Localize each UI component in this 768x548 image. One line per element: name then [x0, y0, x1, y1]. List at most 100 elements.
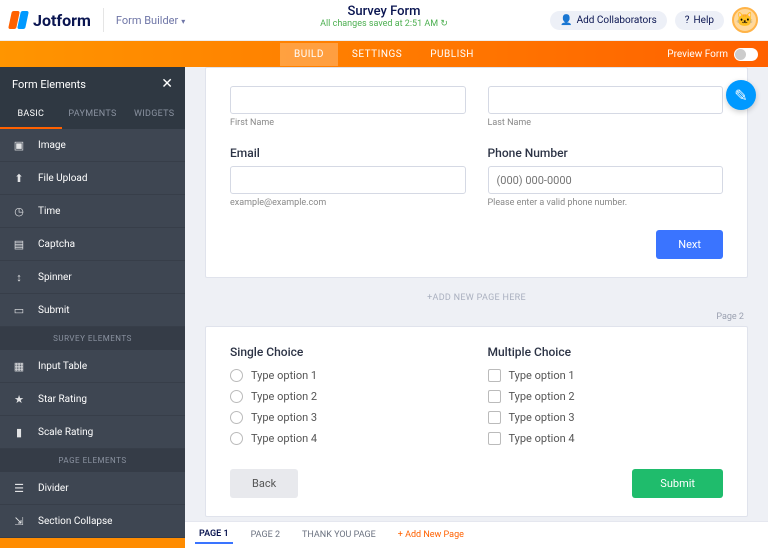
sidebar-item-input-table[interactable]: ▦Input Table — [0, 350, 185, 383]
logo-icon — [10, 11, 28, 29]
footer-page-2[interactable]: PAGE 2 — [247, 527, 284, 543]
footer-tabs: PAGE 1 PAGE 2 THANK YOU PAGE + Add New P… — [185, 521, 768, 548]
checkbox-icon — [488, 432, 501, 445]
logo[interactable]: Jotform — [10, 11, 91, 30]
footer-add-page[interactable]: + Add New Page — [394, 527, 468, 543]
upload-icon: ⬆ — [12, 171, 26, 185]
radio-icon — [230, 411, 243, 424]
back-button[interactable]: Back — [230, 469, 298, 498]
nav-bar: BUILD SETTINGS PUBLISH Preview Form — [0, 41, 768, 67]
spinner-icon: ↕ — [12, 270, 26, 284]
phone-hint: Please enter a valid phone number. — [488, 198, 724, 208]
collapse-icon: ⇲ — [12, 514, 26, 528]
checkbox-icon — [488, 369, 501, 382]
radio-option[interactable]: Type option 2 — [230, 386, 466, 407]
sidebar-tab-widgets[interactable]: WIDGETS — [123, 101, 185, 129]
radio-icon — [230, 390, 243, 403]
preview-toggle[interactable]: Preview Form — [667, 48, 758, 61]
divider — [103, 8, 104, 32]
top-bar: Jotform Form Builder▾ Survey Form All ch… — [0, 0, 768, 41]
sidebar-item-file-upload[interactable]: ⬆File Upload — [0, 162, 185, 195]
sidebar-item-image[interactable]: ▣Image — [0, 129, 185, 162]
sidebar-item-time[interactable]: ◷Time — [0, 195, 185, 228]
star-icon: ★ — [12, 392, 26, 406]
submit-icon: ▭ — [12, 303, 26, 317]
next-button[interactable]: Next — [656, 230, 723, 259]
sidebar-item-section-collapse[interactable]: ⇲Section Collapse — [0, 505, 185, 538]
sidebar-tabs: BASIC PAYMENTS WIDGETS — [0, 101, 185, 129]
check-option[interactable]: Type option 2 — [488, 386, 724, 407]
first-name-label: First Name — [230, 118, 466, 128]
help-icon: ? — [685, 15, 690, 26]
avatar[interactable]: 🐱 — [732, 7, 758, 33]
sidebar-section-page: PAGE ELEMENTS — [0, 449, 185, 472]
brand-text: Jotform — [33, 11, 91, 30]
sidebar-item-submit[interactable]: ▭Submit — [0, 294, 185, 327]
button-row: Back Submit — [230, 469, 723, 498]
sidebar-item-captcha[interactable]: ▤Captcha — [0, 228, 185, 261]
radio-option[interactable]: Type option 1 — [230, 365, 466, 386]
form-title[interactable]: Survey Form — [320, 4, 448, 19]
help-button[interactable]: ?Help — [675, 11, 724, 30]
save-status: All changes saved at 2:51 AM ↻ — [320, 19, 448, 29]
email-label: Email — [230, 146, 466, 160]
user-icon: 👤 — [560, 15, 572, 26]
choice-row: Single Choice Type option 1 Type option … — [230, 345, 723, 449]
radio-option[interactable]: Type option 4 — [230, 428, 466, 449]
last-name-input[interactable] — [488, 86, 724, 114]
divider-icon: ☰ — [12, 481, 26, 495]
chevron-down-icon: ▾ — [181, 17, 185, 26]
close-icon[interactable]: ✕ — [161, 76, 173, 92]
checkbox-icon — [488, 411, 501, 424]
tab-settings[interactable]: SETTINGS — [338, 43, 416, 66]
submit-button[interactable]: Submit — [632, 469, 723, 498]
sidebar: Form Elements ✕ BASIC PAYMENTS WIDGETS ▣… — [0, 67, 185, 548]
toggle-icon[interactable] — [734, 48, 758, 61]
sidebar-item-divider[interactable]: ☰Divider — [0, 472, 185, 505]
check-option[interactable]: Type option 4 — [488, 428, 724, 449]
pencil-icon: ✎ — [734, 86, 747, 105]
form-title-area: Survey Form All changes saved at 2:51 AM… — [320, 4, 448, 29]
check-option[interactable]: Type option 1 — [488, 365, 724, 386]
first-name-input[interactable] — [230, 86, 466, 114]
mode-selector[interactable]: Form Builder▾ — [116, 14, 185, 27]
sidebar-tab-payments[interactable]: PAYMENTS — [62, 101, 124, 129]
sidebar-item-scale-rating[interactable]: ▮Scale Rating — [0, 416, 185, 449]
table-icon: ▦ — [12, 359, 26, 373]
top-right: 👤Add Collaborators ?Help 🐱 — [550, 7, 758, 33]
sidebar-header: Form Elements ✕ — [0, 67, 185, 101]
sidebar-item-spinner[interactable]: ↕Spinner — [0, 261, 185, 294]
add-page-1[interactable]: +ADD NEW PAGE HERE — [205, 286, 748, 310]
email-input[interactable] — [230, 166, 466, 194]
tab-publish[interactable]: PUBLISH — [416, 43, 488, 66]
sidebar-item-page-break[interactable]: ▯Page Break — [0, 538, 185, 548]
footer-page-1[interactable]: PAGE 1 — [195, 526, 233, 544]
contact-row: Email example@example.com Phone Number P… — [230, 146, 723, 208]
tab-build[interactable]: BUILD — [280, 43, 338, 66]
radio-option[interactable]: Type option 3 — [230, 407, 466, 428]
form-page-1[interactable]: First Name Last Name Email example@examp… — [205, 67, 748, 278]
check-option[interactable]: Type option 3 — [488, 407, 724, 428]
single-choice-label: Single Choice — [230, 345, 466, 359]
sidebar-list[interactable]: ▣Image ⬆File Upload ◷Time ▤Captcha ↕Spin… — [0, 129, 185, 548]
canvas[interactable]: First Name Last Name Email example@examp… — [185, 67, 768, 548]
form-page-2[interactable]: Single Choice Type option 1 Type option … — [205, 326, 748, 517]
scale-icon: ▮ — [12, 425, 26, 439]
add-collaborators-button[interactable]: 👤Add Collaborators — [550, 11, 667, 30]
sidebar-tab-basic[interactable]: BASIC — [0, 101, 62, 129]
sidebar-section-survey: SURVEY ELEMENTS — [0, 327, 185, 350]
last-name-label: Last Name — [488, 118, 724, 128]
email-hint: example@example.com — [230, 198, 466, 208]
multiple-choice-label: Multiple Choice — [488, 345, 724, 359]
main: Form Elements ✕ BASIC PAYMENTS WIDGETS ▣… — [0, 67, 768, 548]
radio-icon — [230, 432, 243, 445]
phone-input[interactable] — [488, 166, 724, 194]
radio-icon — [230, 369, 243, 382]
floating-action-button[interactable]: ✎ — [726, 80, 756, 110]
sidebar-item-star-rating[interactable]: ★Star Rating — [0, 383, 185, 416]
captcha-icon: ▤ — [12, 237, 26, 251]
page-2-label: Page 2 — [209, 312, 744, 322]
name-row: First Name Last Name — [230, 86, 723, 128]
footer-thank-you[interactable]: THANK YOU PAGE — [298, 527, 380, 543]
checkbox-icon — [488, 390, 501, 403]
